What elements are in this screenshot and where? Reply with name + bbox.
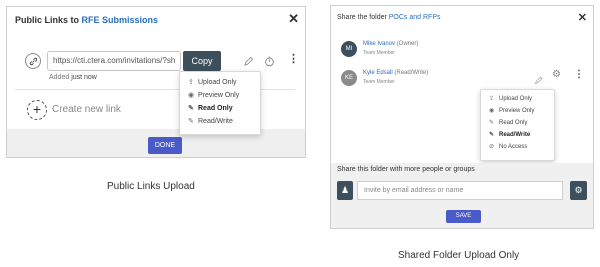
public-links-dialog: Public Links to RFE Submissions ✕ https:… — [6, 6, 306, 158]
folder-link[interactable]: POCs and RFPs — [389, 14, 441, 21]
more-options-icon[interactable]: ⋮ — [288, 52, 299, 65]
eye-icon: ◉ — [188, 92, 195, 99]
timer-icon[interactable] — [264, 54, 275, 72]
user-name[interactable]: Kyle Edsall (Read/Write) — [363, 70, 428, 76]
user-role: Team Member — [363, 79, 395, 85]
gear-icon[interactable]: ⚙ — [570, 181, 587, 200]
create-new-link-button[interactable]: Create new link — [52, 104, 121, 115]
pencil-icon[interactable] — [534, 72, 543, 90]
menu-item-preview-only[interactable]: ◉ Preview Only — [489, 107, 534, 114]
upload-icon: ⇪ — [188, 79, 194, 86]
more-options-icon[interactable]: ⋮ — [574, 69, 584, 80]
pencil-icon: ✎ — [489, 132, 495, 138]
menu-item-upload-only[interactable]: ⇪ Upload Only — [188, 78, 237, 86]
copy-button[interactable]: Copy — [183, 51, 221, 71]
gear-icon[interactable]: ⚙ — [552, 69, 561, 80]
avatar: KE — [341, 70, 357, 86]
close-icon[interactable]: ✕ — [288, 11, 299, 27]
menu-item-preview-only[interactable]: ◉ Preview Only — [188, 91, 239, 99]
link-icon — [25, 53, 41, 69]
save-button[interactable]: SAVE — [446, 210, 481, 223]
caption-shared-folder: Shared Folder Upload Only — [398, 250, 520, 261]
menu-item-read-only[interactable]: ✎ Read Only — [489, 119, 527, 126]
dialog-title: Public Links to RFE Submissions — [15, 15, 159, 25]
pencil-icon[interactable] — [243, 54, 254, 72]
add-user-icon[interactable]: ♟ — [337, 181, 353, 200]
close-icon[interactable]: ✕ — [578, 11, 587, 24]
no-access-icon: ⊘ — [489, 144, 495, 150]
eye-icon: ◉ — [489, 108, 495, 114]
plus-icon[interactable]: + — [27, 100, 47, 120]
invite-input[interactable]: Invite by email address or name — [357, 181, 563, 200]
pencil-slash-icon: ✎ — [489, 120, 495, 126]
share-folder-dialog: Share the folder POCs and RFPs ✕ MI Mike… — [330, 5, 594, 229]
added-timestamp: Added just now — [49, 74, 97, 81]
link-url-field[interactable]: https://cti.ctera.com/invitations/?sh — [47, 51, 181, 71]
upload-icon: ⇪ — [489, 96, 495, 102]
user-role: Team Member — [363, 50, 395, 56]
permission-dropdown: ⇪ Upload Only ◉ Preview Only ✎ Read Only ✎ R… — [179, 71, 261, 135]
folder-link[interactable]: RFE Submissions — [82, 15, 159, 25]
caption-public-links: Public Links Upload — [107, 181, 195, 192]
avatar: MI — [341, 41, 357, 57]
menu-item-no-access[interactable]: ⊘ No Access — [489, 143, 527, 150]
share-section-label: Share this folder with more people or gr… — [337, 166, 475, 173]
user-name[interactable]: Mike Ivanov (Owner) — [363, 41, 418, 47]
pencil-icon: ✎ — [188, 118, 194, 125]
menu-item-upload-only[interactable]: ⇪ Upload Only — [489, 95, 532, 102]
dialog-title: Share the folder POCs and RFPs — [337, 14, 441, 21]
done-button[interactable]: DONE — [148, 137, 182, 154]
menu-item-read-write[interactable]: ✎ Read/Write — [489, 131, 530, 138]
menu-item-read-only[interactable]: ✎ Read Only — [188, 104, 233, 112]
pencil-slash-icon: ✎ — [188, 105, 194, 112]
menu-item-read-write[interactable]: ✎ Read/Write — [188, 117, 233, 125]
permission-dropdown: ⇪ Upload Only ◉ Preview Only ✎ Read Only ✎ R… — [480, 89, 555, 161]
